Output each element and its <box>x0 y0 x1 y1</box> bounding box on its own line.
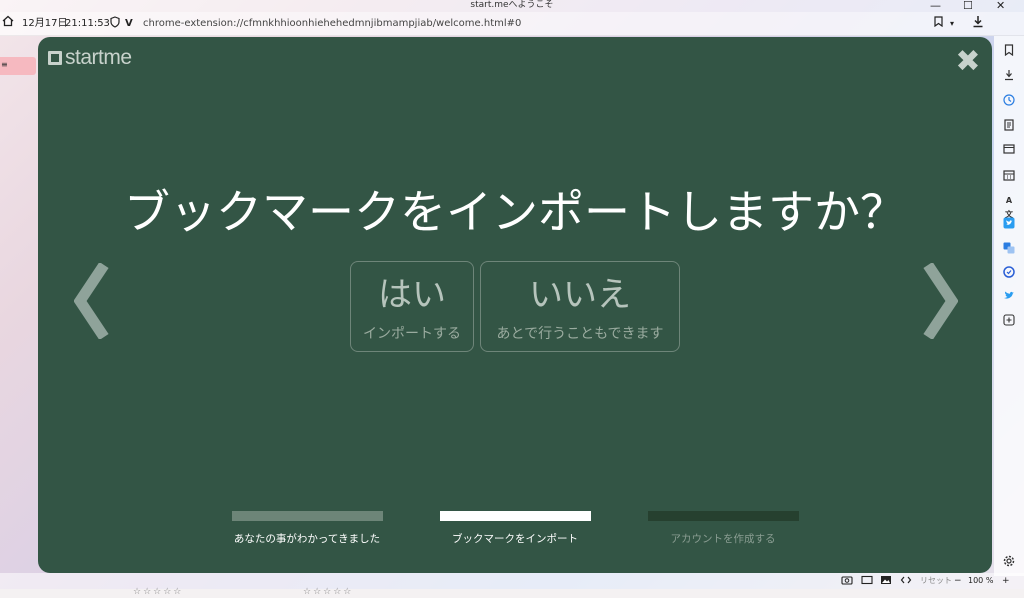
no-subtitle: あとで行うこともできます <box>496 326 664 342</box>
import-question: ブックマークをインポートしますか？ <box>124 185 906 239</box>
zoom-in-button[interactable]: + <box>1002 575 1010 587</box>
bird-icon[interactable] <box>1002 290 1016 304</box>
bookmark-page-icon[interactable] <box>934 16 943 32</box>
notes-icon[interactable] <box>1002 119 1016 133</box>
bookmark-icon[interactable] <box>1002 44 1016 58</box>
yes-title: はい <box>378 275 446 315</box>
step-bar-3 <box>648 511 799 521</box>
shield-icon[interactable] <box>110 16 120 33</box>
code-icon[interactable] <box>900 575 912 589</box>
decor-stars: ☆☆☆☆☆ <box>133 587 184 597</box>
zoom-level: 100 % <box>968 576 994 585</box>
clock-date: 12月17日 <box>22 18 68 29</box>
left-tab-label: ≡ <box>1 60 8 69</box>
download-icon[interactable] <box>1002 69 1016 83</box>
previous-arrow-icon[interactable] <box>73 261 114 341</box>
bottom-strip: ☆☆☆☆☆ ☆☆☆☆☆ <box>0 587 1024 598</box>
startme-logo: startme <box>48 47 132 69</box>
step-label-3: アカウントを作成する <box>670 533 776 545</box>
clock-time: 21:11:53 <box>65 18 110 29</box>
zoom-reset-button[interactable]: リセット <box>920 575 952 587</box>
download-icon[interactable] <box>972 15 984 33</box>
add-panel-icon[interactable] <box>1002 314 1016 328</box>
chevron-down-icon[interactable]: ▾ <box>950 17 954 31</box>
home-icon[interactable] <box>2 15 14 32</box>
close-modal-button[interactable]: ✖ <box>955 47 981 77</box>
zoom-out-button[interactable]: − <box>954 575 962 587</box>
step-label-1: あなたの事がわかってきました <box>233 533 381 545</box>
step-bar-1 <box>232 511 383 521</box>
welcome-modal: startme ✖ ブックマークをインポートしますか？ はい インポートする い… <box>38 37 992 573</box>
logo-mark <box>48 51 62 65</box>
decor-stars: ☆☆☆☆☆ <box>303 587 354 597</box>
window-titlebar: start.meへようこそ — ☐ ✕ <box>0 0 1024 12</box>
next-arrow-icon[interactable] <box>918 261 959 341</box>
window-icon[interactable] <box>1002 144 1016 158</box>
twitter-icon[interactable] <box>1002 217 1016 231</box>
step-bar-2 <box>440 511 591 521</box>
yes-subtitle: インポートする <box>363 326 461 342</box>
vivaldi-icon[interactable]: V <box>125 17 133 31</box>
minimize-button[interactable]: — <box>930 0 941 12</box>
close-window-button[interactable]: ✕ <box>996 0 1005 12</box>
maximize-button[interactable]: ☐ <box>963 0 973 12</box>
settings-icon[interactable] <box>1002 555 1016 569</box>
image-icon[interactable] <box>880 575 892 589</box>
no-title: いいえ <box>529 275 631 315</box>
clock-icon[interactable] <box>1002 266 1016 280</box>
left-panel-tab[interactable]: ≡ <box>0 57 36 75</box>
address-bar: 12月17日 21:11:53 V chrome-extension://cfm… <box>0 12 1024 36</box>
no-button[interactable]: いいえ あとで行うこともできます <box>480 261 680 352</box>
tile-icon[interactable] <box>861 575 873 589</box>
logo-text: startme <box>65 46 132 69</box>
calendar-icon[interactable] <box>1002 169 1016 183</box>
history-icon[interactable] <box>1002 94 1016 108</box>
capture-icon[interactable] <box>841 575 853 589</box>
window-title: start.meへようこそ <box>470 0 554 10</box>
side-panel: A文 <box>994 36 1024 576</box>
translate-icon[interactable]: A文 <box>1002 194 1016 219</box>
translator-icon[interactable] <box>1002 242 1016 256</box>
step-label-2: ブックマークをインポート <box>452 533 578 545</box>
yes-button[interactable]: はい インポートする <box>350 261 474 352</box>
progress-steps: あなたの事がわかってきました ブックマークをインポート アカウントを作成する <box>38 511 992 551</box>
url-field[interactable]: chrome-extension://cfmnkhhioonhiehehedmn… <box>143 17 521 31</box>
